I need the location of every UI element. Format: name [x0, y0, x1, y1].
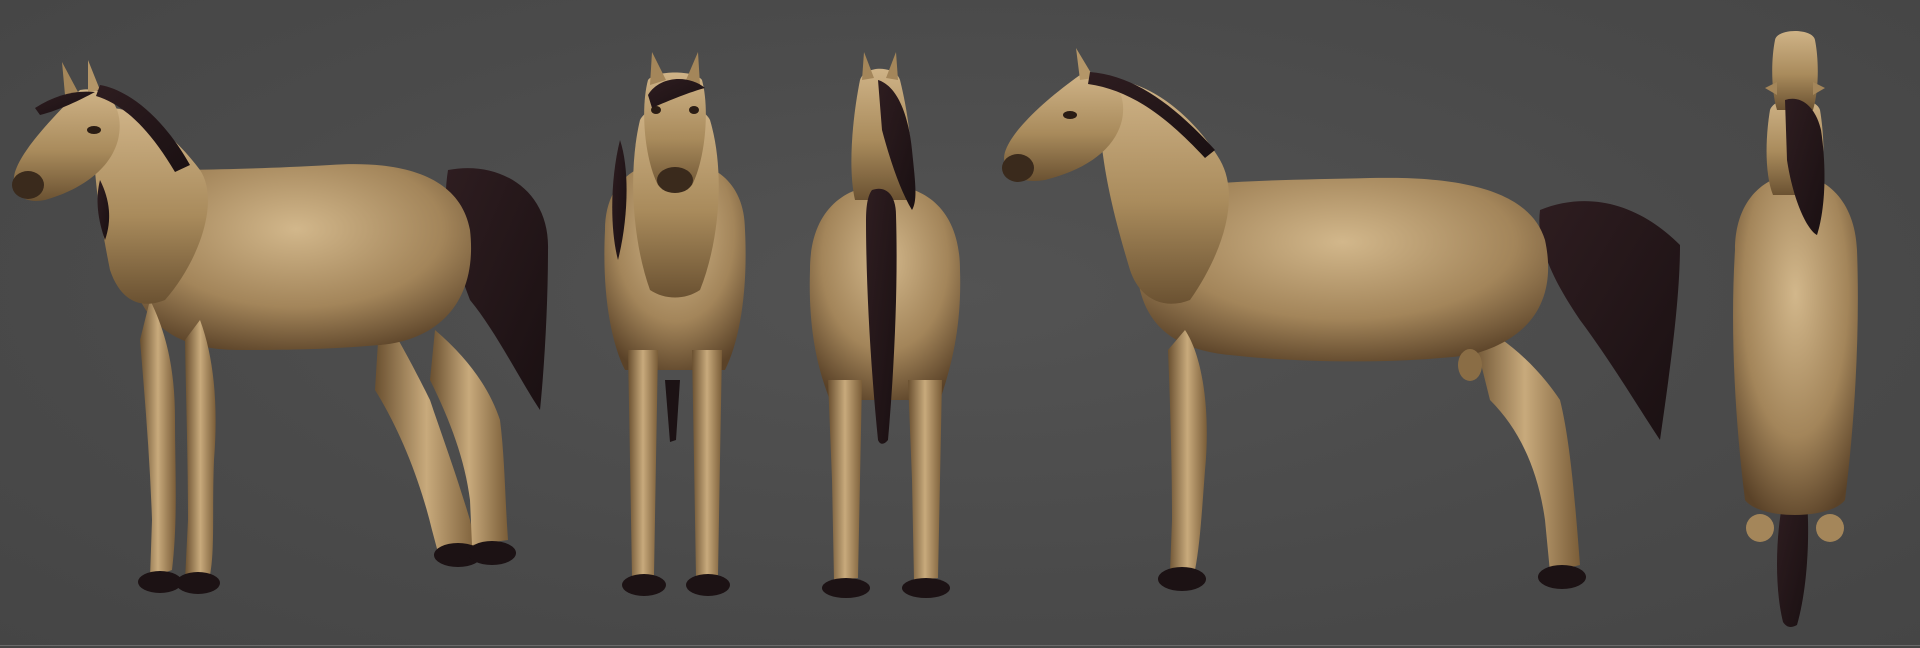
horse-three-quarter-figure: [12, 60, 549, 594]
viewport-bottom-border: [0, 645, 1920, 646]
horse-front-figure: [604, 52, 746, 596]
viewport-canvas[interactable]: [0, 0, 1920, 648]
horse-view-side: [990, 0, 1690, 648]
horse-view-back: [800, 0, 970, 648]
horse-side-figure: [1002, 48, 1680, 591]
horse-back-figure: [809, 52, 961, 598]
horse-view-front: [580, 0, 770, 648]
horse-view-three-quarter: [0, 0, 560, 648]
horse-view-top: [1715, 0, 1875, 648]
horse-top-figure: [1733, 31, 1858, 627]
